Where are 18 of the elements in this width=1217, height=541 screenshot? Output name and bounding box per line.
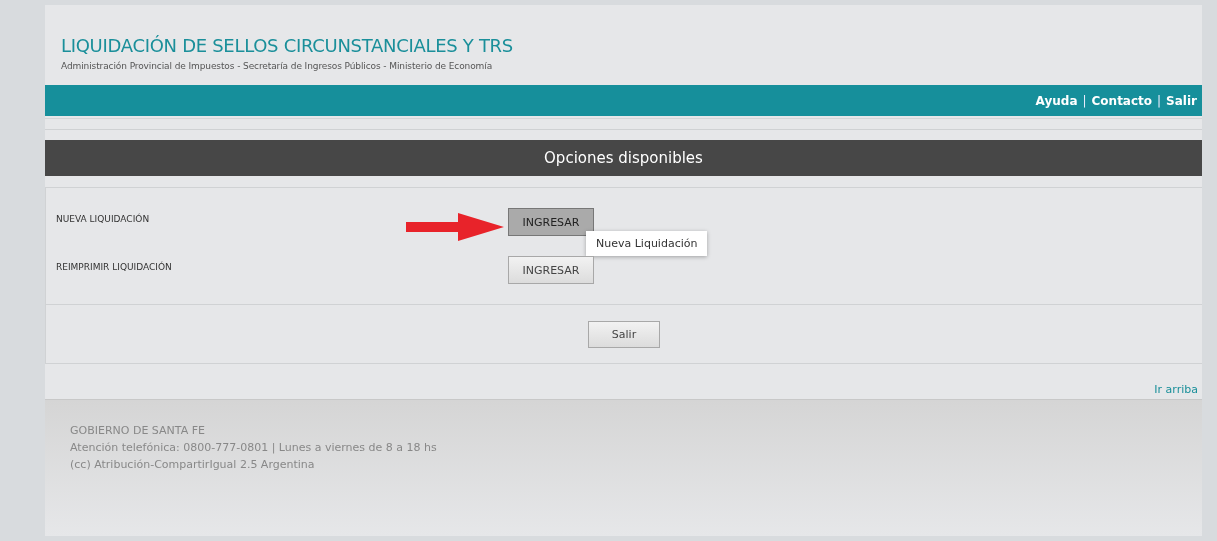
tooltip: Nueva Liquidación	[586, 231, 708, 256]
exit-button[interactable]: Salir	[588, 320, 660, 348]
panel-title-bar: Opciones disponibles	[45, 140, 1202, 176]
nav-link[interactable]: Contacto	[1091, 93, 1153, 108]
nav-separator: |	[1082, 93, 1087, 108]
option-label: NUEVA LIQUIDACIÓN	[56, 214, 151, 224]
footer-text: GOBIERNO DE SANTA FE	[70, 423, 206, 439]
back-to-top-link[interactable]: Ir arriba	[1154, 383, 1198, 396]
enter-button[interactable]: INGRESAR	[508, 208, 594, 236]
footer-text: (cc) Atribución-CompartirIgual 2.5 Argentina	[70, 457, 316, 473]
enter-button[interactable]: INGRESAR	[508, 256, 594, 284]
site-subtitle: Administración Provincial de Impuestos - Secretaría de Ingresos Públicos - Ministerio de Economía	[61, 61, 494, 71]
nav-link[interactable]: Salir	[1166, 93, 1197, 108]
footer-text: Atención telefónica: 0800-777-0801 | Lunes a viernes de 8 a 18 hs	[70, 440, 438, 456]
site-title: LIQUIDACIÓN DE SELLOS CIRCUNSTANCIALES Y TRS	[61, 35, 514, 57]
option-label: REIMPRIMIR LIQUIDACIÓN	[56, 262, 173, 272]
nav-link[interactable]: Ayuda	[1035, 93, 1078, 108]
nav-separator: |	[1157, 93, 1162, 108]
